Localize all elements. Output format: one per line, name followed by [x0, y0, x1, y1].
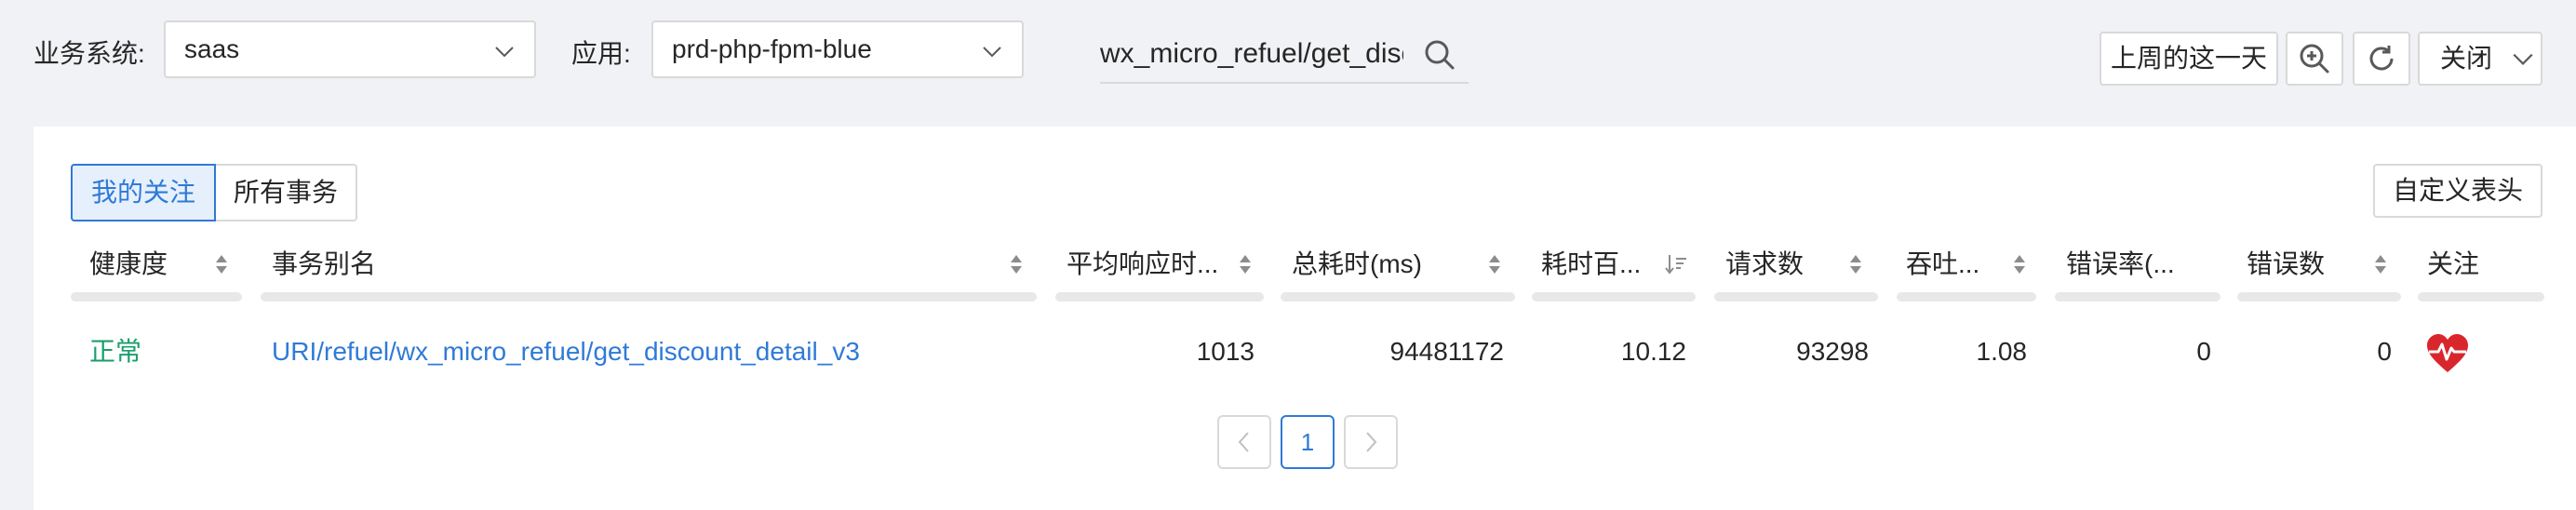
error-rate-value: 0: [2196, 337, 2211, 366]
search-icon[interactable]: [1424, 39, 1456, 71]
app-label: 应用:: [571, 39, 631, 68]
last-week-button[interactable]: 上周的这一天: [2100, 32, 2278, 86]
col-alias[interactable]: 事务别名: [272, 244, 376, 285]
sort-descending-icon[interactable]: [1664, 251, 1688, 277]
chevron-down-icon: [495, 47, 514, 58]
filter-bar: 业务系统: saas 应用: prd-php-fpm-blue wx_micro…: [0, 0, 2576, 112]
column-divider: [1281, 292, 1515, 302]
sort-icon[interactable]: [1009, 251, 1024, 277]
sort-icon[interactable]: [1238, 251, 1253, 277]
column-divider: [1897, 292, 2036, 302]
sort-icon[interactable]: [1487, 251, 1502, 277]
col-time-percent[interactable]: 耗时百...: [1541, 244, 1644, 285]
time-percent-value: 10.12: [1620, 337, 1686, 366]
close-label: 关闭: [2440, 44, 2493, 73]
sort-icon[interactable]: [2373, 251, 2388, 277]
tab-all[interactable]: 所有事务: [214, 164, 357, 221]
col-requests[interactable]: 请求数: [1725, 244, 1804, 285]
zoom-in-button[interactable]: [2286, 32, 2343, 86]
heart-pulse-icon[interactable]: [2425, 333, 2470, 374]
col-avg-response[interactable]: 平均响应时...: [1067, 244, 1253, 285]
errors-value: 0: [2377, 337, 2392, 366]
close-dropdown-button[interactable]: 关闭: [2418, 32, 2542, 86]
transaction-link[interactable]: URI/refuel/wx_micro_refuel/get_discount_…: [272, 331, 860, 372]
refresh-button[interactable]: [2353, 32, 2410, 86]
prev-page-button[interactable]: [1217, 415, 1271, 469]
chevron-down-icon: [2513, 53, 2533, 65]
column-divider: [2055, 292, 2220, 302]
chevron-right-icon: [1366, 432, 1377, 452]
app-select[interactable]: prd-php-fpm-blue: [651, 20, 1024, 78]
search-field[interactable]: wx_micro_refuel/get_disc: [1100, 22, 1469, 84]
system-select[interactable]: saas: [164, 20, 536, 78]
column-divider: [1532, 292, 1696, 302]
chevron-down-icon: [983, 47, 1001, 58]
avg-response-value: 1013: [1196, 337, 1254, 366]
requests-value: 93298: [1796, 337, 1869, 366]
col-error-rate[interactable]: 错误率(...: [2066, 244, 2196, 285]
transactions-panel: 我的关注 所有事务 自定义表头 健康度 事务别名 平均响应时... 总耗时(ms…: [34, 127, 2576, 510]
col-throughput[interactable]: 吞吐...: [1906, 244, 2008, 285]
col-errors[interactable]: 错误数: [2247, 244, 2325, 285]
chevron-left-icon: [1238, 432, 1249, 452]
custom-header-button[interactable]: 自定义表头: [2373, 164, 2542, 218]
app-select-value: prd-php-fpm-blue: [672, 34, 872, 63]
column-divider: [1714, 292, 1878, 302]
next-page-button[interactable]: [1344, 415, 1398, 469]
column-divider: [1055, 292, 1264, 302]
sort-icon[interactable]: [2012, 251, 2027, 277]
search-input[interactable]: wx_micro_refuel/get_disc: [1100, 35, 1403, 73]
throughput-value: 1.08: [1976, 337, 2028, 366]
col-total-time[interactable]: 总耗时(ms): [1292, 244, 1422, 285]
column-divider: [261, 292, 1037, 302]
col-health[interactable]: 健康度: [89, 244, 168, 285]
sort-icon[interactable]: [214, 251, 229, 277]
column-divider: [2237, 292, 2401, 302]
column-divider: [71, 292, 242, 302]
sort-icon[interactable]: [1848, 251, 1863, 277]
system-select-value: saas: [184, 34, 240, 63]
col-follow: 关注: [2427, 249, 2480, 278]
page-number-button[interactable]: 1: [1281, 415, 1335, 469]
tab-followed[interactable]: 我的关注: [71, 164, 216, 221]
refresh-icon: [2369, 46, 2394, 71]
zoom-in-icon: [2300, 44, 2329, 74]
column-divider: [2418, 292, 2544, 302]
health-status: 正常: [89, 337, 142, 366]
system-label: 业务系统:: [34, 39, 145, 68]
total-time-value: 94481172: [1389, 337, 1505, 366]
